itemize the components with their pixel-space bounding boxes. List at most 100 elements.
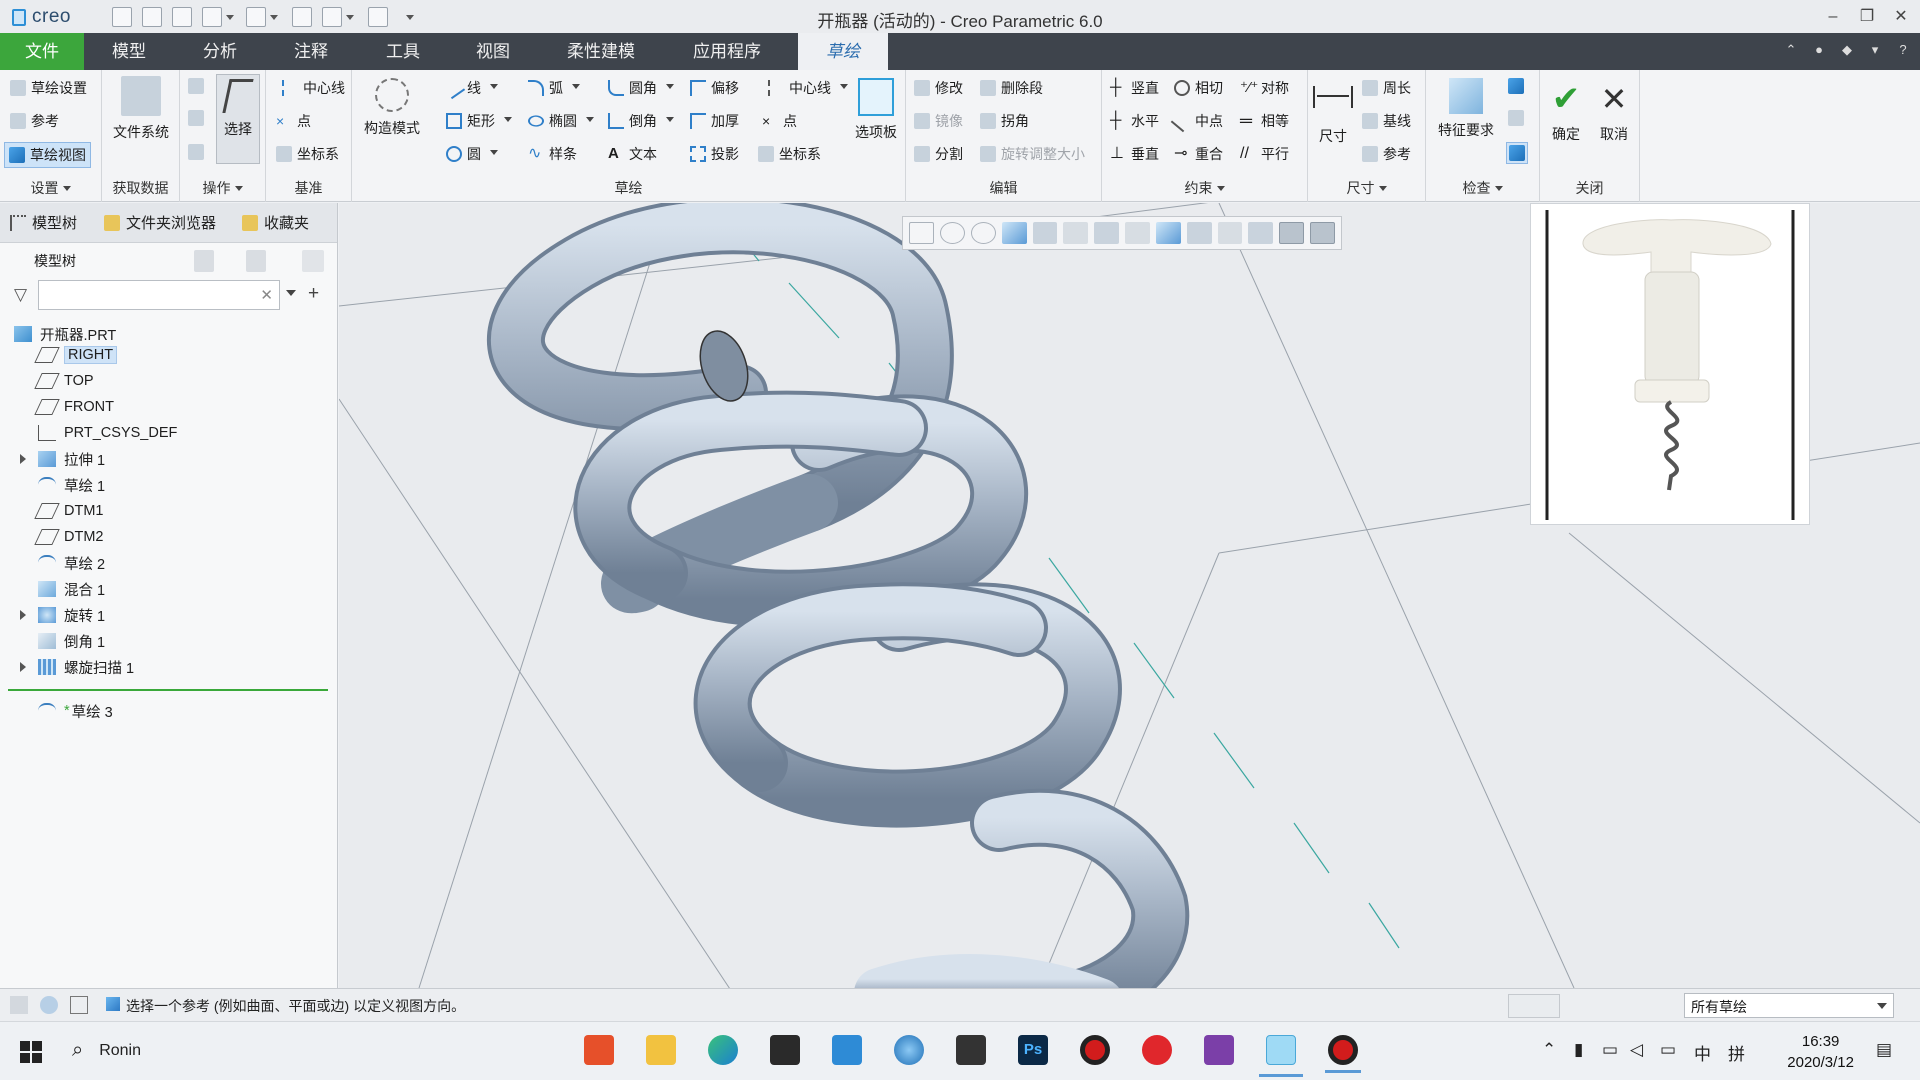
vertical-constraint-button[interactable]: ┼ 竖直 bbox=[1110, 78, 1159, 98]
sketch-centerline-button[interactable]: 中心线 bbox=[762, 78, 848, 98]
repaint-icon[interactable] bbox=[1001, 222, 1027, 244]
tree-node-chamfer[interactable]: 倒角 1 bbox=[38, 629, 105, 653]
project-button[interactable]: 投影 bbox=[690, 144, 739, 164]
group-label-dimension[interactable]: 尺寸 bbox=[1308, 178, 1425, 198]
divide-button[interactable]: 分割 bbox=[914, 144, 963, 164]
text-button[interactable]: A 文本 bbox=[608, 144, 657, 164]
action-center-icon[interactable]: ▤ bbox=[1876, 1040, 1892, 1060]
rectangle-button[interactable]: 矩形 bbox=[446, 111, 512, 131]
sketch-view-tool-icon[interactable] bbox=[1248, 222, 1274, 244]
network-app-icon[interactable] bbox=[894, 1035, 924, 1065]
group-label-constrain[interactable]: 约束 bbox=[1102, 178, 1307, 198]
tab-analysis[interactable]: 分析 bbox=[185, 33, 255, 70]
palette-button[interactable]: 选项板 bbox=[850, 78, 902, 142]
ime-mode[interactable]: 拼 bbox=[1728, 1040, 1745, 1065]
saved-orientations-icon[interactable] bbox=[1032, 222, 1058, 244]
dimension-button[interactable]: 尺寸 bbox=[1312, 80, 1354, 146]
horizontal-constraint-button[interactable]: ┼ 水平 bbox=[1110, 111, 1159, 131]
rotate-resize-button[interactable]: 旋转调整大小 bbox=[980, 144, 1085, 164]
creo-taskbar-icon[interactable] bbox=[1259, 1035, 1303, 1077]
tree-node-sketch-2[interactable]: 草绘 2 bbox=[38, 551, 105, 575]
feature-requirements-button[interactable]: 特征要求 bbox=[1430, 78, 1502, 140]
display-style-icon[interactable] bbox=[1125, 222, 1150, 244]
annotation-display-icon[interactable] bbox=[1186, 222, 1212, 244]
constraint-display-icon[interactable] bbox=[1310, 222, 1336, 244]
add-icon[interactable]: + bbox=[308, 283, 319, 305]
datum-point-button[interactable]: × 点 bbox=[276, 111, 311, 131]
onenote-icon[interactable] bbox=[1204, 1035, 1234, 1065]
network-icon[interactable]: ▭ bbox=[1660, 1040, 1676, 1060]
expand-icon[interactable] bbox=[20, 662, 31, 672]
sketch-view-button[interactable]: 草绘视图 bbox=[4, 142, 91, 168]
group-label-setup[interactable]: 设置 bbox=[0, 178, 101, 198]
screen-recorder-icon[interactable] bbox=[1080, 1035, 1110, 1065]
sketch-point-button[interactable]: × 点 bbox=[762, 111, 797, 131]
search-options-dropdown-icon[interactable] bbox=[286, 290, 296, 301]
filter-funnel-icon[interactable]: ▽ bbox=[14, 285, 27, 305]
battery-icon[interactable]: ▭ bbox=[1602, 1040, 1618, 1060]
paste-icon[interactable] bbox=[188, 144, 204, 160]
file-system-button[interactable]: 文件系统 bbox=[108, 76, 174, 142]
edge-icon[interactable] bbox=[708, 1035, 738, 1065]
tree-filter-icon[interactable] bbox=[246, 250, 266, 272]
tab-tools[interactable]: 工具 bbox=[368, 33, 438, 70]
references-button[interactable]: 参考 bbox=[10, 111, 59, 131]
tree-node-right[interactable]: RIGHT bbox=[34, 343, 118, 367]
coincident-constraint-button[interactable]: ⊸ 重合 bbox=[1174, 144, 1223, 164]
standard-view-icon[interactable] bbox=[1063, 222, 1089, 244]
ellipse-button[interactable]: 椭圆 bbox=[525, 111, 594, 131]
highlight-open-ends-icon[interactable] bbox=[1508, 110, 1524, 126]
zoom-in-icon[interactable] bbox=[939, 222, 965, 244]
overlapping-geometry-icon[interactable] bbox=[1508, 78, 1524, 94]
tab-folder-browser[interactable]: 文件夹浏览器 bbox=[104, 212, 216, 233]
photoshop-icon[interactable]: Ps bbox=[1018, 1035, 1048, 1065]
modify-button[interactable]: 修改 bbox=[914, 78, 963, 98]
group-label-operations[interactable]: 操作 bbox=[180, 178, 265, 198]
help-icon[interactable]: ? bbox=[1896, 43, 1910, 57]
tangent-constraint-button[interactable]: 相切 bbox=[1174, 78, 1223, 98]
tree-columns-icon[interactable] bbox=[302, 250, 324, 272]
restore-button[interactable]: ❐ bbox=[1852, 4, 1882, 30]
copy-icon[interactable] bbox=[188, 110, 204, 126]
notes-icon[interactable] bbox=[770, 1035, 800, 1065]
tab-annotate[interactable]: 注释 bbox=[276, 33, 346, 70]
tab-sketch[interactable]: 草绘 bbox=[798, 33, 888, 70]
full-screen-icon[interactable] bbox=[70, 996, 88, 1014]
delete-segment-button[interactable]: 删除段 bbox=[980, 78, 1043, 98]
tab-model-tree[interactable]: 模型树 bbox=[10, 212, 77, 233]
tree-node-helical-sweep[interactable]: 螺旋扫描 1 bbox=[20, 655, 134, 679]
reference-dimension-button[interactable]: 参考 bbox=[1362, 144, 1411, 164]
spin-center-icon[interactable] bbox=[1217, 222, 1243, 244]
selection-filter-dropdown[interactable]: 所有草绘 bbox=[1684, 993, 1894, 1018]
tree-node-extrude[interactable]: 拉伸 1 bbox=[20, 447, 105, 471]
browser-toggle-icon[interactable] bbox=[40, 996, 58, 1014]
ok-button[interactable]: ✔ 确定 bbox=[1546, 80, 1586, 144]
tab-view[interactable]: 视图 bbox=[458, 33, 528, 70]
fillet-button[interactable]: 圆角 bbox=[608, 78, 674, 98]
tree-node-csys[interactable]: PRT_CSYS_DEF bbox=[38, 421, 177, 445]
refit-icon[interactable] bbox=[909, 222, 934, 244]
chamfer-button[interactable]: 倒角 bbox=[608, 111, 674, 131]
netease-music-icon[interactable] bbox=[1142, 1035, 1172, 1065]
parallel-constraint-button[interactable]: //平行 bbox=[1240, 144, 1289, 164]
view-manager-icon[interactable] bbox=[1094, 222, 1120, 244]
perimeter-button[interactable]: 周长 bbox=[1362, 78, 1411, 98]
close-button[interactable]: ✕ bbox=[1886, 4, 1916, 30]
arc-button[interactable]: 弧 bbox=[528, 78, 580, 98]
thicken-button[interactable]: 加厚 bbox=[690, 111, 739, 131]
show-hidden-icons[interactable]: ⌃ bbox=[1542, 1040, 1556, 1060]
sketch-csys-button[interactable]: 坐标系 bbox=[758, 144, 821, 164]
group-label-inspect[interactable]: 检查 bbox=[1426, 178, 1539, 198]
expand-icon[interactable] bbox=[20, 610, 31, 620]
mirror-button[interactable]: 镜像 bbox=[914, 111, 963, 131]
volume-icon[interactable]: ◁ bbox=[1630, 1040, 1643, 1060]
perpendicular-constraint-button[interactable]: ⊥ 垂直 bbox=[1110, 144, 1159, 164]
construction-mode-button[interactable]: 构造模式 bbox=[358, 78, 426, 138]
tab-flexible-modeling[interactable]: 柔性建模 bbox=[552, 33, 650, 70]
tree-node-dtm1[interactable]: DTM1 bbox=[34, 499, 103, 523]
zoom-out-icon[interactable] bbox=[970, 222, 996, 244]
microphone-icon[interactable]: ▮ bbox=[1574, 1040, 1583, 1060]
tab-favorites[interactable]: 收藏夹 bbox=[242, 212, 309, 233]
tab-file[interactable]: 文件 bbox=[0, 33, 84, 70]
learning-icon[interactable]: ◆ bbox=[1840, 43, 1854, 57]
